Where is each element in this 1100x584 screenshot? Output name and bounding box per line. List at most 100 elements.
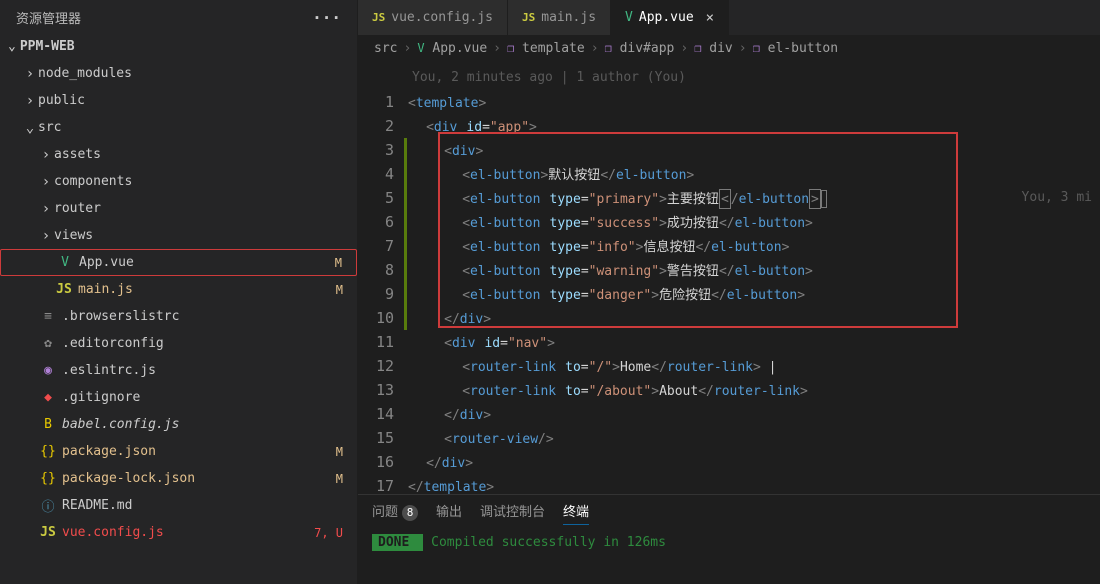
- workspace-root[interactable]: ⌄ PPM-WEB: [0, 35, 357, 58]
- code-line[interactable]: <template>: [408, 90, 1100, 114]
- item-label: .eslintrc.js: [62, 363, 357, 378]
- editor[interactable]: 1234567891011121314151617 You, 2 minutes…: [358, 62, 1100, 494]
- breadcrumb-icon: ❐: [507, 41, 514, 55]
- editor-tab[interactable]: JSvue.config.js: [358, 0, 508, 35]
- explorer-header: 资源管理器 ···: [0, 0, 357, 35]
- close-icon[interactable]: ×: [706, 10, 714, 26]
- chevron-icon: ›: [38, 174, 54, 190]
- item-label: components: [54, 174, 357, 189]
- file-item[interactable]: {} package-lock.jsonM: [0, 465, 357, 492]
- item-label: package-lock.json: [62, 471, 357, 486]
- file-item[interactable]: ≡.browserslistrc: [0, 303, 357, 330]
- editor-tab[interactable]: JSmain.js: [508, 0, 611, 35]
- code-line[interactable]: <div id="nav">: [408, 330, 1100, 354]
- item-label: assets: [54, 147, 357, 162]
- terminal-output[interactable]: DONE Compiled successfully in 126ms: [358, 529, 1100, 556]
- file-icon: ◉: [38, 363, 58, 378]
- file-icon: B: [38, 417, 58, 432]
- file-item[interactable]: ◆ .gitignore: [0, 384, 357, 411]
- file-item[interactable]: JS main.jsM: [0, 276, 357, 303]
- code-line[interactable]: </template>: [408, 474, 1100, 494]
- file-item[interactable]: VApp.vueM: [0, 249, 357, 276]
- item-label: src: [38, 120, 357, 135]
- code-line[interactable]: </div>: [408, 402, 1100, 426]
- item-label: main.js: [78, 282, 357, 297]
- code-line[interactable]: <router-link to="/">Home</router-link> |: [408, 354, 1100, 378]
- file-icon: ◆: [38, 390, 58, 405]
- breadcrumb-icon: ❐: [753, 41, 760, 55]
- code-line[interactable]: <el-button type="danger">危险按钮</el-button…: [408, 282, 1100, 306]
- file-icon: {}: [38, 471, 58, 486]
- folder-item[interactable]: ›node_modules: [0, 60, 357, 87]
- folder-item[interactable]: ›public: [0, 87, 357, 114]
- chevron-icon: ›: [38, 147, 54, 163]
- breadcrumb-item[interactable]: V App.vue: [417, 41, 487, 56]
- line-blame: You, 3 mi: [1022, 186, 1092, 210]
- git-status: M: [335, 256, 342, 270]
- code-line[interactable]: <el-button type="primary">主要按钮</el-butto…: [408, 186, 1100, 210]
- folder-item[interactable]: ›router: [0, 195, 357, 222]
- panel-tab[interactable]: 输出: [436, 501, 462, 525]
- folder-item[interactable]: ⌄src: [0, 114, 357, 141]
- explorer-title: 资源管理器: [16, 8, 81, 27]
- code-line[interactable]: </div>: [408, 306, 1100, 330]
- code-line[interactable]: <div>: [408, 138, 1100, 162]
- tab-file-icon: JS: [522, 11, 535, 24]
- git-blame: You, 2 minutes ago | 1 author (You): [408, 66, 1100, 90]
- file-item[interactable]: ◉ .eslintrc.js: [0, 357, 357, 384]
- more-icon[interactable]: ···: [312, 8, 341, 27]
- file-item[interactable]: ⓘREADME.md: [0, 492, 357, 519]
- panel-tab[interactable]: 问题8: [372, 501, 418, 525]
- file-icon: V: [55, 255, 75, 270]
- breadcrumb-item[interactable]: ❐ el-button: [753, 41, 839, 56]
- chevron-icon: ›: [22, 66, 38, 82]
- panel-tabs: 问题8 输出调试控制台终端: [358, 495, 1100, 529]
- breadcrumb-icon: ❐: [605, 41, 612, 55]
- breadcrumb-item[interactable]: ❐ div#app: [605, 41, 675, 56]
- file-icon: JS: [38, 525, 58, 540]
- chevron-icon: ›: [38, 201, 54, 217]
- file-item[interactable]: {}package.jsonM: [0, 438, 357, 465]
- item-label: .browserslistrc: [62, 309, 357, 324]
- folder-item[interactable]: ›components: [0, 168, 357, 195]
- file-item[interactable]: ✿ .editorconfig: [0, 330, 357, 357]
- file-icon: ⓘ: [38, 496, 58, 515]
- tab-file-icon: V: [625, 10, 633, 25]
- editor-main: JSvue.config.jsJSmain.jsVApp.vue× src › V …: [358, 0, 1100, 584]
- line-gutter: 1234567891011121314151617: [358, 62, 408, 494]
- breadcrumb-item[interactable]: src: [374, 41, 397, 56]
- item-label: .gitignore: [62, 390, 357, 405]
- code-line[interactable]: <div id="app">: [408, 114, 1100, 138]
- code-area[interactable]: You, 2 minutes ago | 1 author (You)<temp…: [408, 62, 1100, 494]
- code-line[interactable]: <router-view/>: [408, 426, 1100, 450]
- item-label: package.json: [62, 444, 357, 459]
- panel-tab[interactable]: 终端: [563, 501, 589, 525]
- code-line[interactable]: <el-button type="warning">警告按钮</el-butto…: [408, 258, 1100, 282]
- item-label: .editorconfig: [62, 336, 357, 351]
- item-label: public: [38, 93, 357, 108]
- file-item[interactable]: Bbabel.config.js: [0, 411, 357, 438]
- file-icon: ✿: [38, 336, 58, 351]
- folder-item[interactable]: ›views: [0, 222, 357, 249]
- breadcrumb-icon: V: [417, 41, 424, 55]
- code-line[interactable]: </div>: [408, 450, 1100, 474]
- code-line[interactable]: <el-button type="success">成功按钮</el-butto…: [408, 210, 1100, 234]
- git-status: M: [336, 283, 343, 297]
- code-line[interactable]: <el-button type="info">信息按钮</el-button>: [408, 234, 1100, 258]
- done-badge: DONE: [372, 534, 423, 551]
- breadcrumb-item[interactable]: ❐ template: [507, 41, 585, 56]
- panel-tab[interactable]: 调试控制台: [480, 501, 545, 525]
- editor-tab[interactable]: VApp.vue×: [611, 0, 729, 35]
- code-line[interactable]: <el-button>默认按钮</el-button>: [408, 162, 1100, 186]
- item-label: vue.config.js: [62, 525, 357, 540]
- breadcrumb-item[interactable]: ❐ div: [694, 41, 733, 56]
- breadcrumb-separator: ›: [493, 41, 501, 56]
- file-item[interactable]: JS vue.config.js7, U: [0, 519, 357, 546]
- git-status: M: [336, 472, 343, 486]
- git-status: 7, U: [314, 526, 343, 540]
- chevron-icon: ⌄: [22, 120, 38, 136]
- file-icon: JS: [54, 282, 74, 297]
- file-icon: {}: [38, 444, 58, 459]
- code-line[interactable]: <router-link to="/about">About</router-l…: [408, 378, 1100, 402]
- folder-item[interactable]: ›assets: [0, 141, 357, 168]
